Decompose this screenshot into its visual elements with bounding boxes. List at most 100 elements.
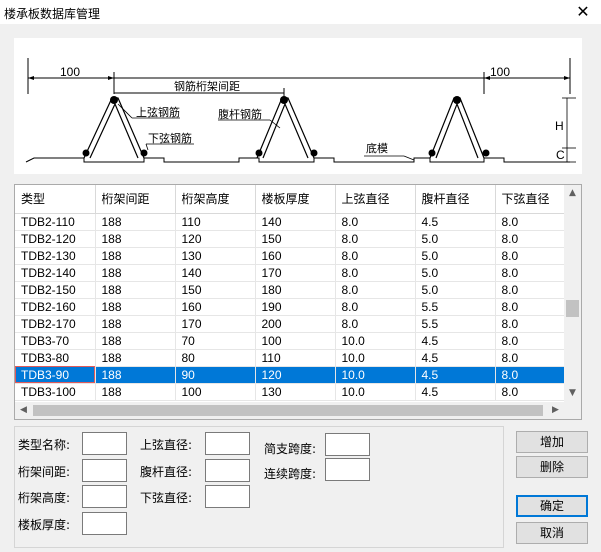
cell-truss-spacing[interactable]: 188 xyxy=(95,383,176,401)
cell-web[interactable]: 4.5 xyxy=(415,213,496,231)
cell-top-chord[interactable]: 8.0 xyxy=(335,264,416,282)
cell-top-chord[interactable]: 10.0 xyxy=(335,349,416,367)
cell-truss-height[interactable]: 110 xyxy=(175,213,256,231)
cell-truss-spacing[interactable]: 188 xyxy=(95,366,176,384)
top-chord-input[interactable] xyxy=(205,432,250,455)
cell-top-chord[interactable]: 10.0 xyxy=(335,332,416,350)
cell-truss-height[interactable]: 170 xyxy=(175,315,256,333)
column-header-truss-spacing[interactable]: 桁架间距 xyxy=(95,185,176,214)
ok-button[interactable]: 确定 xyxy=(516,495,588,517)
cell-web[interactable]: 4.5 xyxy=(415,383,496,401)
scroll-down-icon[interactable]: ▼ xyxy=(564,385,581,402)
cell-truss-height[interactable]: 150 xyxy=(175,281,256,299)
web-input[interactable] xyxy=(205,459,250,482)
cell-web[interactable]: 4.5 xyxy=(415,366,496,384)
cell-truss-spacing[interactable]: 188 xyxy=(95,281,176,299)
cell-type[interactable]: TDB2-130 xyxy=(15,247,96,265)
close-button[interactable]: ✕ xyxy=(573,2,593,22)
cell-web[interactable]: 5.5 xyxy=(415,315,496,333)
cell-truss-spacing[interactable]: 188 xyxy=(95,230,176,248)
cell-type[interactable]: TDB2-150 xyxy=(15,281,96,299)
table-row[interactable]: TDB3-80 188 80 110 10.0 4.5 8.0 xyxy=(15,349,565,367)
cell-slab-thickness[interactable]: 180 xyxy=(255,281,336,299)
cell-truss-spacing[interactable]: 188 xyxy=(95,349,176,367)
horizontal-scrollbar[interactable]: ◀ ▶ xyxy=(15,402,564,419)
cell-truss-height[interactable]: 90 xyxy=(175,366,256,384)
cell-truss-spacing[interactable]: 188 xyxy=(95,264,176,282)
cell-bottom-chord[interactable]: 8.0 xyxy=(495,315,565,333)
cell-type[interactable]: TDB3-70 xyxy=(15,332,96,350)
table-row[interactable]: TDB2-130 188 130 160 8.0 5.0 8.0 xyxy=(15,247,565,265)
cell-bottom-chord[interactable]: 8.0 xyxy=(495,247,565,265)
cell-slab-thickness[interactable]: 170 xyxy=(255,264,336,282)
deck-type-grid[interactable]: 类型 桁架间距 桁架高度 楼板厚度 上弦直径 腹杆直径 下弦直径 TDB2-11… xyxy=(14,184,582,420)
cell-bottom-chord[interactable]: 8.0 xyxy=(495,281,565,299)
column-header-truss-height[interactable]: 桁架高度 xyxy=(175,185,256,214)
cell-type[interactable]: TDB2-160 xyxy=(15,298,96,316)
horizontal-scroll-thumb[interactable] xyxy=(33,405,543,416)
delete-button[interactable]: 删除 xyxy=(516,456,588,478)
cell-bottom-chord[interactable]: 8.0 xyxy=(495,213,565,231)
cell-slab-thickness[interactable]: 140 xyxy=(255,213,336,231)
table-row[interactable]: TDB2-150 188 150 180 8.0 5.0 8.0 xyxy=(15,281,565,299)
cell-web[interactable]: 5.5 xyxy=(415,298,496,316)
cell-bottom-chord[interactable]: 8.0 xyxy=(495,264,565,282)
table-row[interactable]: TDB2-110 188 110 140 8.0 4.5 8.0 xyxy=(15,213,565,231)
cell-bottom-chord[interactable]: 8.0 xyxy=(495,332,565,350)
cell-type[interactable]: TDB2-120 xyxy=(15,230,96,248)
vertical-scroll-thumb[interactable] xyxy=(566,300,579,317)
type-name-input[interactable] xyxy=(82,432,127,455)
continuous-span-input[interactable] xyxy=(325,458,370,481)
cell-truss-spacing[interactable]: 188 xyxy=(95,213,176,231)
cell-top-chord[interactable]: 8.0 xyxy=(335,281,416,299)
cell-bottom-chord[interactable]: 8.0 xyxy=(495,383,565,401)
cell-truss-spacing[interactable]: 188 xyxy=(95,315,176,333)
cell-slab-thickness[interactable]: 160 xyxy=(255,247,336,265)
cell-slab-thickness[interactable]: 200 xyxy=(255,315,336,333)
cell-top-chord[interactable]: 8.0 xyxy=(335,247,416,265)
cell-bottom-chord[interactable]: 8.0 xyxy=(495,230,565,248)
cell-truss-spacing[interactable]: 188 xyxy=(95,332,176,350)
cell-truss-height[interactable]: 80 xyxy=(175,349,256,367)
cell-slab-thickness[interactable]: 130 xyxy=(255,383,336,401)
simple-span-input[interactable] xyxy=(325,433,370,456)
table-row[interactable]: TDB2-120 188 120 150 8.0 5.0 8.0 xyxy=(15,230,565,248)
cell-slab-thickness[interactable]: 120 xyxy=(255,366,336,384)
cell-truss-height[interactable]: 120 xyxy=(175,230,256,248)
slab-thickness-input[interactable] xyxy=(82,512,127,535)
column-header-web[interactable]: 腹杆直径 xyxy=(415,185,496,214)
cell-truss-height[interactable]: 70 xyxy=(175,332,256,350)
cell-truss-spacing[interactable]: 188 xyxy=(95,247,176,265)
scroll-up-icon[interactable]: ▲ xyxy=(564,185,581,202)
cell-bottom-chord[interactable]: 8.0 xyxy=(495,366,565,384)
truss-spacing-input[interactable] xyxy=(82,459,127,482)
table-row[interactable]: TDB2-170 188 170 200 8.0 5.5 8.0 xyxy=(15,315,565,333)
column-header-slab-thickness[interactable]: 楼板厚度 xyxy=(255,185,336,214)
cell-slab-thickness[interactable]: 150 xyxy=(255,230,336,248)
cell-type[interactable]: TDB2-140 xyxy=(15,264,96,282)
truss-height-input[interactable] xyxy=(82,485,127,508)
cell-web[interactable]: 4.5 xyxy=(415,332,496,350)
scroll-left-icon[interactable]: ◀ xyxy=(15,402,32,419)
cell-truss-spacing[interactable]: 188 xyxy=(95,298,176,316)
cell-top-chord[interactable]: 8.0 xyxy=(335,315,416,333)
column-header-bottom-chord[interactable]: 下弦直径 xyxy=(495,185,565,214)
cancel-button[interactable]: 取消 xyxy=(516,522,588,544)
cell-top-chord[interactable]: 10.0 xyxy=(335,366,416,384)
scroll-right-icon[interactable]: ▶ xyxy=(547,402,564,419)
table-row[interactable]: TDB2-160 188 160 190 8.0 5.5 8.0 xyxy=(15,298,565,316)
cell-slab-thickness[interactable]: 100 xyxy=(255,332,336,350)
cell-type[interactable]: TDB3-90 xyxy=(15,366,96,384)
cell-web[interactable]: 5.0 xyxy=(415,281,496,299)
cell-top-chord[interactable]: 8.0 xyxy=(335,230,416,248)
cell-bottom-chord[interactable]: 8.0 xyxy=(495,349,565,367)
cell-top-chord[interactable]: 8.0 xyxy=(335,213,416,231)
cell-type[interactable]: TDB2-170 xyxy=(15,315,96,333)
cell-truss-height[interactable]: 100 xyxy=(175,383,256,401)
cell-type[interactable]: TDB2-110 xyxy=(15,213,96,231)
cell-type[interactable]: TDB3-80 xyxy=(15,349,96,367)
add-button[interactable]: 增加 xyxy=(516,431,588,453)
cell-bottom-chord[interactable]: 8.0 xyxy=(495,298,565,316)
cell-top-chord[interactable]: 10.0 xyxy=(335,383,416,401)
cell-web[interactable]: 4.5 xyxy=(415,349,496,367)
